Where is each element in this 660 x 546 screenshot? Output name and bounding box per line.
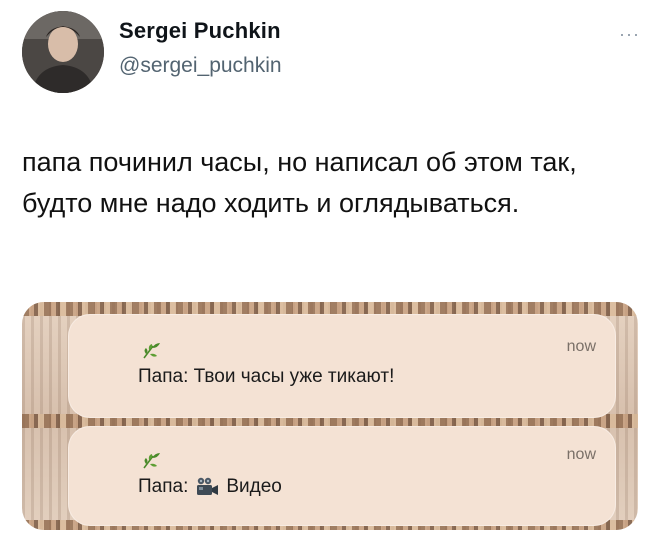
tweet-media[interactable]: now Папа: Твои часы уже тикают! now Папа… <box>22 302 638 530</box>
leaf-icon <box>143 343 160 359</box>
leaf-icon <box>143 453 160 469</box>
notification-attachment-label: Видео <box>226 476 282 497</box>
notification-message: Папа: Видео <box>138 476 282 498</box>
author-display-name[interactable]: Sergei Puchkin <box>119 18 281 44</box>
notification-time: now <box>566 338 596 355</box>
video-camera-icon <box>197 477 219 495</box>
notification-sender: Папа: <box>138 476 189 497</box>
notification-card: now Папа: Видео <box>68 426 616 526</box>
notification-message: Папа: Твои часы уже тикают! <box>138 366 395 387</box>
avatar[interactable] <box>22 11 104 93</box>
notification-time: now <box>566 446 596 463</box>
more-options-icon[interactable]: ··· <box>619 24 640 45</box>
tweet-text: папа починил часы, но написал об этом та… <box>22 147 577 218</box>
notification-card: now Папа: Твои часы уже тикают! <box>68 314 616 418</box>
author-handle[interactable]: @sergei_puchkin <box>119 54 282 78</box>
